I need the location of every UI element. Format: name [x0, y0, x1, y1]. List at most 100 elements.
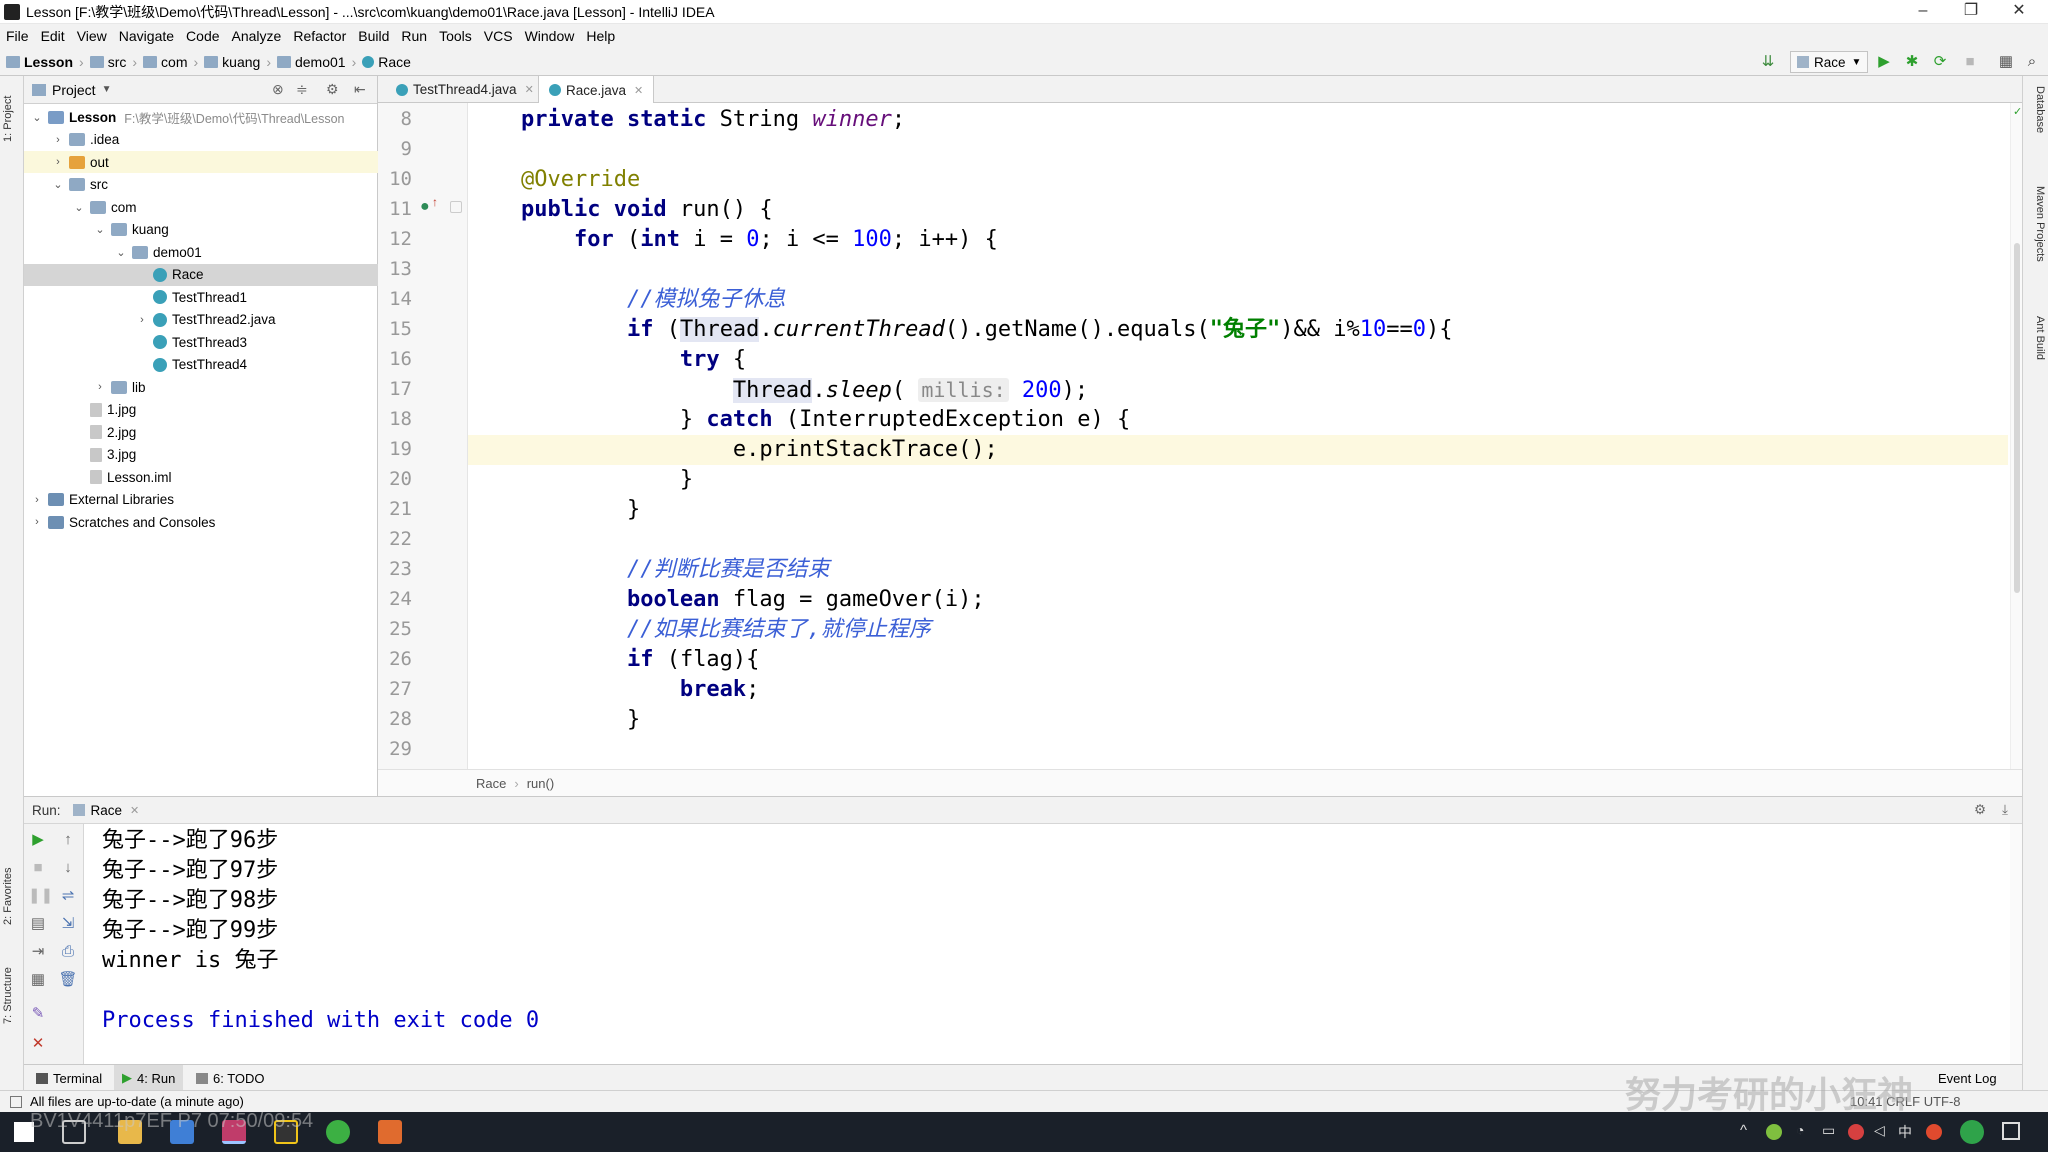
- maven-tool-tab[interactable]: Maven Projects: [2026, 186, 2046, 296]
- close-button[interactable]: ✕: [1996, 0, 2042, 24]
- dump-threads-icon[interactable]: ▤: [28, 914, 48, 934]
- tree-item[interactable]: ⌄ Lesson F:\教学\班级\Demo\代码\Thread\Lesson: [24, 106, 378, 128]
- tray-app-icon[interactable]: [1766, 1124, 1782, 1140]
- breadcrumb-item[interactable]: Lesson ›: [6, 54, 84, 70]
- code-line[interactable]: [468, 135, 2008, 165]
- tree-item[interactable]: › Scratches and Consoles: [24, 511, 378, 533]
- editor-scrollbar[interactable]: ✓: [2010, 103, 2022, 769]
- tab-race[interactable]: Race.java ✕: [538, 76, 655, 104]
- run-icon[interactable]: ▶: [1874, 52, 1894, 72]
- code-line[interactable]: }: [468, 705, 2008, 735]
- breadcrumb-item[interactable]: com ›: [143, 54, 198, 70]
- run-tab-label[interactable]: Race: [91, 803, 123, 818]
- console-scrollbar[interactable]: [2010, 824, 2022, 1064]
- close-tab-icon[interactable]: ✕: [525, 83, 534, 96]
- close-icon[interactable]: ✕: [28, 1034, 48, 1054]
- breadcrumb-item[interactable]: demo01 ›: [276, 54, 356, 70]
- tree-item[interactable]: › .idea: [24, 129, 378, 151]
- crumb-class[interactable]: Race: [476, 776, 506, 791]
- menu-tools[interactable]: Tools: [433, 24, 478, 48]
- debug-icon[interactable]: ✱: [1902, 52, 1922, 72]
- code-line[interactable]: boolean flag = gameOver(i);: [468, 585, 2008, 615]
- tree-item[interactable]: Race: [24, 263, 378, 286]
- chevron-right-icon[interactable]: ›: [30, 494, 44, 506]
- menu-window[interactable]: Window: [519, 24, 581, 48]
- code-line[interactable]: public void run() {: [468, 195, 2008, 225]
- todo-tab[interactable]: 6: TODO: [188, 1065, 273, 1091]
- tree-item[interactable]: Lesson.iml: [24, 466, 378, 488]
- menu-navigate[interactable]: Navigate: [113, 24, 180, 48]
- database-tool-tab[interactable]: Database: [2026, 86, 2046, 156]
- hide-panel-icon[interactable]: ⤓: [2002, 802, 2008, 818]
- up-arrow-icon[interactable]: ↑: [58, 830, 78, 850]
- menu-analyze[interactable]: Analyze: [226, 24, 288, 48]
- scrollbar-thumb[interactable]: [2014, 243, 2020, 593]
- menu-refactor[interactable]: Refactor: [287, 24, 352, 48]
- tab-testthread4[interactable]: TestThread4.java ✕: [386, 76, 544, 103]
- tree-item[interactable]: 3.jpg: [24, 444, 378, 466]
- chevron-down-icon[interactable]: ⌄: [72, 201, 86, 214]
- event-log-tab[interactable]: Event Log: [1930, 1065, 2005, 1091]
- gear-icon[interactable]: ⚙: [326, 81, 339, 98]
- breadcrumb-item[interactable]: kuang ›: [204, 54, 271, 70]
- code-editor[interactable]: private static String winner; @Override …: [468, 103, 2008, 769]
- close-run-tab-icon[interactable]: ✕: [130, 804, 139, 817]
- tree-item[interactable]: › out: [24, 151, 378, 173]
- volume-icon[interactable]: ◁: [1874, 1122, 1885, 1139]
- network-icon[interactable]: ◔: [1796, 1122, 1804, 1138]
- code-line[interactable]: e.printStackTrace();: [468, 435, 2008, 465]
- menu-build[interactable]: Build: [352, 24, 395, 48]
- stop-icon[interactable]: ■: [1960, 52, 1980, 72]
- crumb-method[interactable]: run(): [527, 776, 554, 791]
- run-config-select[interactable]: Race ▼: [1790, 51, 1869, 73]
- code-line[interactable]: [468, 255, 2008, 285]
- tray-chevron-icon[interactable]: ^: [1740, 1122, 1747, 1139]
- chevron-right-icon[interactable]: ›: [93, 381, 107, 393]
- sogou-icon[interactable]: [1926, 1124, 1942, 1140]
- code-line[interactable]: if (Thread.currentThread().getName().equ…: [468, 315, 2008, 345]
- tree-item[interactable]: ⌄ src: [24, 174, 378, 196]
- tree-item[interactable]: TestThread3: [24, 331, 378, 353]
- restore-button[interactable]: ❐: [1948, 0, 1994, 24]
- tree-item[interactable]: ⌄ com: [24, 196, 378, 218]
- tree-item[interactable]: TestThread1: [24, 286, 378, 308]
- code-line[interactable]: }: [468, 495, 2008, 525]
- search-icon[interactable]: ⌕: [2022, 52, 2042, 72]
- menu-vcs[interactable]: VCS: [478, 24, 519, 48]
- menu-file[interactable]: File: [0, 24, 35, 48]
- stop-icon[interactable]: ■: [28, 858, 48, 878]
- fold-marker-icon[interactable]: [450, 201, 462, 213]
- menu-edit[interactable]: Edit: [35, 24, 71, 48]
- pause-icon[interactable]: ❚❚: [28, 886, 53, 906]
- project-structure-icon[interactable]: ▦: [1996, 52, 2016, 72]
- ant-build-tool-tab[interactable]: Ant Build: [2026, 316, 2046, 396]
- soft-wrap-icon[interactable]: ⇌: [58, 886, 78, 906]
- exit-icon[interactable]: ⇥: [28, 942, 48, 962]
- menu-help[interactable]: Help: [580, 24, 621, 48]
- code-line[interactable]: break;: [468, 675, 2008, 705]
- record-icon[interactable]: [1848, 1124, 1864, 1140]
- notification-icon[interactable]: [2002, 1122, 2020, 1140]
- override-marker-icon[interactable]: ●: [420, 198, 430, 216]
- run-tab[interactable]: ▶ 4: Run: [114, 1065, 184, 1091]
- code-line[interactable]: private static String winner;: [468, 105, 2008, 135]
- breadcrumb-item[interactable]: Race: [362, 54, 411, 70]
- rerun-icon[interactable]: ▶: [28, 830, 48, 850]
- gear-icon[interactable]: ⚙: [1974, 802, 1986, 818]
- code-line[interactable]: try {: [468, 345, 2008, 375]
- code-line[interactable]: //如果比赛结束了,就停止程序: [468, 615, 2008, 645]
- hide-panel-icon[interactable]: ⇤: [354, 81, 366, 98]
- menu-view[interactable]: View: [71, 24, 113, 48]
- code-line[interactable]: for (int i = 0; i <= 100; i++) {: [468, 225, 2008, 255]
- code-line[interactable]: } catch (InterruptedException e) {: [468, 405, 2008, 435]
- chevron-down-icon[interactable]: ⌄: [51, 178, 65, 191]
- chrome-icon[interactable]: [326, 1120, 350, 1144]
- favorites-tool-tab[interactable]: 2: Favorites: [2, 856, 22, 936]
- tree-item[interactable]: › External Libraries: [24, 489, 378, 511]
- tree-item[interactable]: › TestThread2.java: [24, 309, 378, 331]
- scroll-to-end-icon[interactable]: ⇲: [58, 914, 78, 934]
- app-icon[interactable]: [378, 1120, 402, 1144]
- layout-icon[interactable]: ▦: [28, 970, 48, 990]
- collapse-all-icon[interactable]: ≑: [296, 81, 308, 98]
- print-icon[interactable]: ⎙: [58, 942, 78, 962]
